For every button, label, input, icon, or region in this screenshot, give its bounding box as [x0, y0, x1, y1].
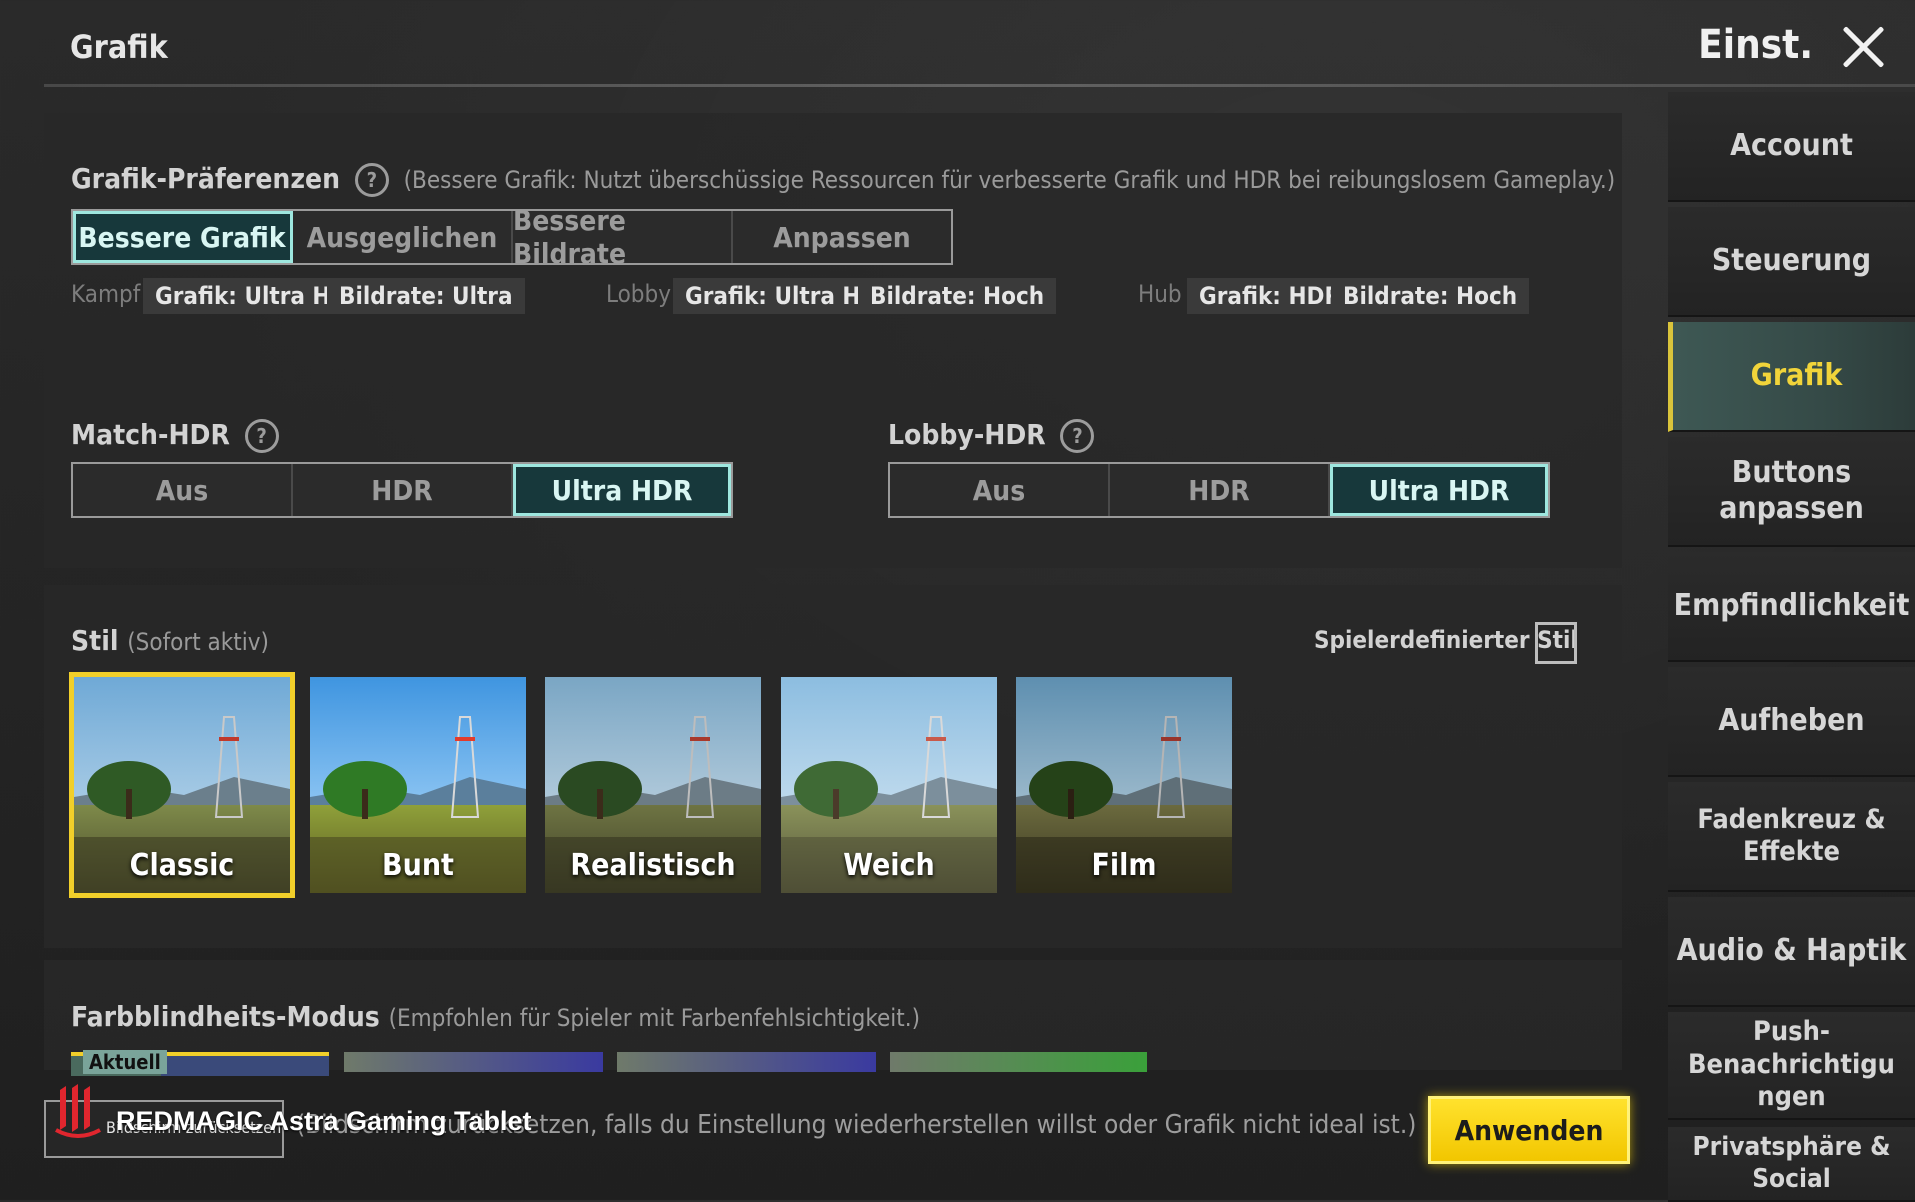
style-title-text: Stil	[71, 624, 119, 657]
colorblind-option-current[interactable]: Aktuell	[71, 1050, 329, 1076]
sidebar-item-label: Fadenkreuz & Effekte	[1697, 803, 1886, 867]
colorblind-title: Farbblindheits-Modus (Empfohlen für Spie…	[71, 1000, 920, 1033]
sidebar-item-label: Steuerung	[1711, 243, 1872, 278]
style-option-bunt[interactable]: Bunt	[310, 677, 526, 893]
help-icon[interactable]: ?	[244, 419, 279, 453]
header-divider	[44, 84, 1915, 87]
sidebar-item-steuerung[interactable]: Steuerung	[1668, 207, 1915, 317]
preset-ausgeglichen[interactable]: Ausgeglichen	[293, 211, 513, 263]
kampf-bildrate-chip: Bildrate: Ultra	[327, 278, 525, 314]
hub-bildrate-chip: Bildrate: Hoch	[1331, 278, 1530, 314]
style-label-realistisch: Realistisch	[570, 848, 736, 883]
style-option-realistisch[interactable]: Realistisch	[545, 677, 761, 893]
apply-button[interactable]: Anwenden	[1428, 1096, 1630, 1164]
preset-bessere-bildrate[interactable]: Bessere Bildrate	[513, 204, 733, 270]
sidebar-item-empfindlichkeit[interactable]: Empfindlichkeit	[1668, 552, 1915, 662]
lobby-label: Lobby	[606, 280, 672, 308]
style-option-classic[interactable]: Classic	[69, 672, 295, 898]
sidebar-item-label: Empfindlichkeit	[1673, 588, 1910, 623]
colorblind-title-text: Farbblindheits-Modus	[71, 1000, 380, 1033]
style-hint: (Sofort aktiv)	[127, 628, 269, 656]
style-label-bunt: Bunt	[382, 848, 454, 883]
sidebar-item-push[interactable]: Push-Benachrichtigungen	[1668, 1012, 1915, 1120]
colorblind-option-2[interactable]	[344, 1052, 603, 1072]
match-hdr-aus[interactable]: Aus	[73, 464, 293, 516]
style-label-classic: Classic	[129, 848, 235, 883]
sidebar-item-buttons-anpassen[interactable]: Buttons anpassen	[1668, 437, 1915, 547]
lobby-hdr-aus[interactable]: Aus	[890, 464, 1110, 516]
settings-sidebar: Account Steuerung Grafik Buttons anpasse…	[1668, 92, 1915, 1202]
lobby-hdr-title-text: Lobby-HDR	[888, 418, 1046, 451]
help-icon[interactable]: ?	[354, 163, 389, 197]
colorblind-option-3[interactable]	[617, 1052, 876, 1072]
preferences-hint: (Bessere Grafik: Nutzt überschüssige Res…	[403, 166, 1616, 194]
style-title: Stil (Sofort aktiv)	[71, 624, 269, 657]
sidebar-item-fadenkreuz[interactable]: Fadenkreuz & Effekte	[1668, 782, 1915, 892]
kampf-label: Kampf	[71, 280, 141, 308]
sidebar-item-label: Audio & Haptik	[1676, 933, 1907, 968]
device-watermark: REDMAGIC Astra Gaming Tablet	[52, 1082, 552, 1142]
sidebar-item-label: Privatsphäre & Social	[1692, 1132, 1891, 1194]
hub-grafik-chip: Grafik: HDR	[1187, 278, 1354, 314]
preferences-selector: Bessere Grafik Ausgeglichen Bessere Bild…	[71, 204, 953, 270]
close-icon[interactable]	[1837, 20, 1889, 72]
settings-title: Einst.	[1698, 22, 1813, 68]
current-label: Aktuell	[83, 1050, 167, 1074]
sidebar-item-label: Buttons anpassen	[1719, 455, 1864, 526]
lobby-hdr-ultra[interactable]: Ultra HDR	[1330, 464, 1548, 516]
sidebar-item-privatsphaere[interactable]: Privatsphäre & Social	[1668, 1127, 1915, 1202]
preset-anpassen[interactable]: Anpassen	[733, 211, 951, 263]
sidebar-item-label: Push-Benachrichtigungen	[1688, 1016, 1895, 1113]
sidebar-item-label: Aufheben	[1718, 703, 1865, 738]
sidebar-item-grafik[interactable]: Grafik	[1668, 322, 1915, 432]
style-label-weich: Weich	[843, 848, 935, 883]
sidebar-item-aufheben[interactable]: Aufheben	[1668, 667, 1915, 777]
match-hdr-title-text: Match-HDR	[71, 418, 230, 451]
sidebar-item-account[interactable]: Account	[1668, 92, 1915, 202]
lobby-hdr-hdr[interactable]: HDR	[1110, 464, 1330, 516]
colorblind-hint: (Empfohlen für Spieler mit Farbenfehlsic…	[388, 1004, 921, 1032]
sidebar-item-label: Grafik	[1750, 358, 1843, 393]
custom-style-checkbox[interactable]	[1535, 622, 1577, 664]
preferences-title: Grafik-Präferenzen ? (Bessere Grafik: Nu…	[71, 162, 1615, 197]
match-hdr-title: Match-HDR ?	[71, 418, 285, 453]
colorblind-option-4[interactable]	[890, 1052, 1147, 1072]
help-icon[interactable]: ?	[1060, 419, 1095, 453]
style-option-film[interactable]: Film	[1016, 677, 1232, 893]
redmagic-logo-icon	[55, 1084, 101, 1138]
hub-label: Hub	[1138, 280, 1182, 308]
preferences-title-text: Grafik-Präferenzen	[71, 162, 341, 195]
watermark-text: REDMAGIC Astra Gaming Tablet	[116, 1106, 532, 1136]
preset-bessere-grafik[interactable]: Bessere Grafik	[73, 211, 293, 263]
lobby-hdr-selector: Aus HDR Ultra HDR	[888, 462, 1550, 518]
page-title: Grafik	[70, 28, 168, 66]
match-hdr-ultra[interactable]: Ultra HDR	[513, 464, 731, 516]
top-bar: Grafik Einst.	[0, 0, 1915, 92]
style-label-film: Film	[1091, 848, 1157, 883]
match-hdr-selector: Aus HDR Ultra HDR	[71, 462, 733, 518]
lobby-hdr-title: Lobby-HDR ?	[888, 418, 1100, 453]
match-hdr-hdr[interactable]: HDR	[293, 464, 513, 516]
sidebar-item-label: Account	[1730, 128, 1853, 163]
style-option-weich[interactable]: Weich	[781, 677, 997, 893]
sidebar-item-audio-haptik[interactable]: Audio & Haptik	[1668, 897, 1915, 1007]
lobby-bildrate-chip: Bildrate: Hoch	[858, 278, 1057, 314]
